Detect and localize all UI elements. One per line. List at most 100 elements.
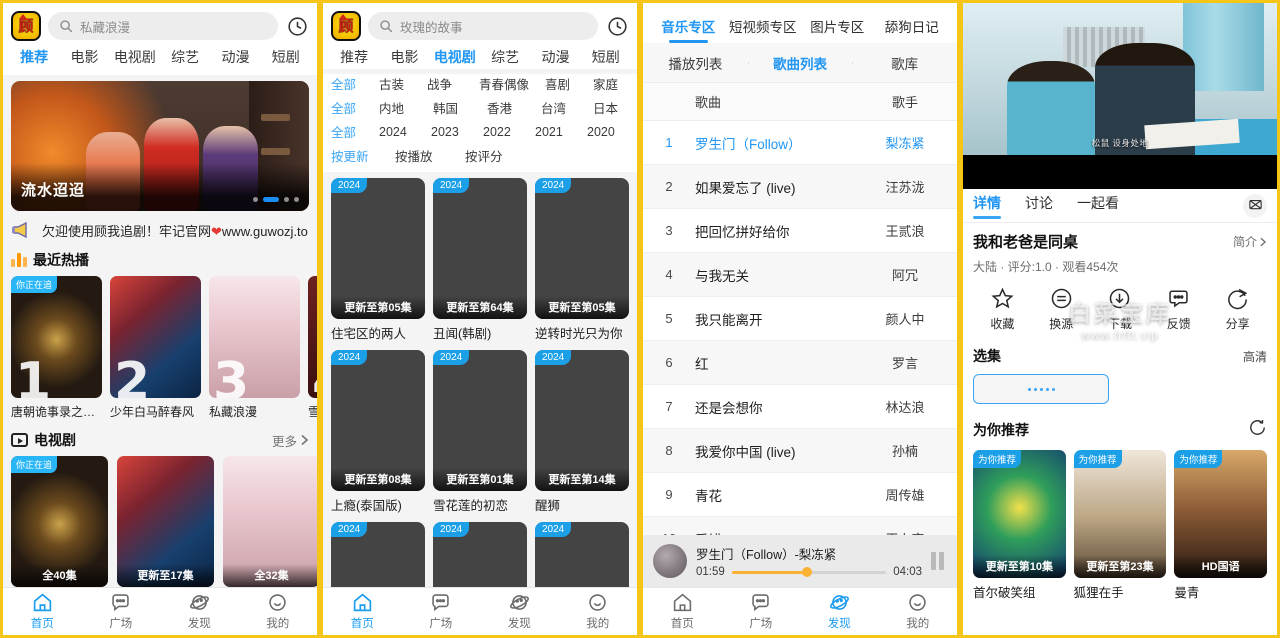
tv-card-0[interactable]: 你正在追 全40集	[11, 456, 108, 587]
tab-discover[interactable]: 发现	[800, 592, 879, 631]
change-source-button[interactable]: 换源	[1032, 287, 1091, 332]
zone-tab-music[interactable]: 音乐专区	[651, 16, 726, 43]
filter-sort-1[interactable]: 按播放	[395, 146, 465, 165]
filter-genre-5[interactable]: 家庭	[593, 74, 629, 93]
category-tab-2[interactable]: 电视剧	[110, 47, 160, 67]
song-row[interactable]: 8 我爱你中国 (live) 孙楠	[643, 429, 957, 473]
tab-plaza[interactable]: 广场	[82, 592, 161, 631]
drama-card-2[interactable]: 2024 更新至第05集 逆转时光只为你	[535, 178, 629, 342]
recommend-card-0[interactable]: 为你推荐 更新至第10集 首尔破笑组	[973, 450, 1066, 601]
drama-card-0[interactable]: 2024 更新至第05集 住宅区的两人	[331, 178, 425, 342]
category-tab-1[interactable]: 电影	[379, 47, 429, 67]
progress-slider[interactable]	[731, 567, 887, 577]
tab-plaza[interactable]: 广场	[722, 592, 801, 631]
filter-year-5[interactable]: 2020	[587, 125, 629, 139]
drama-card-4[interactable]: 2024 更新至第01集 雪花莲的初恋	[433, 350, 527, 514]
category-tab-1[interactable]: 电影	[59, 47, 109, 67]
drama-card-5[interactable]: 2024 更新至第14集 醒狮	[535, 350, 629, 514]
hero-banner[interactable]: 流水迢迢	[11, 81, 309, 211]
filter-genre-4[interactable]: 喜剧	[545, 74, 593, 93]
song-row[interactable]: 7 还是会想你 林达浪	[643, 385, 957, 429]
tab-mine[interactable]: 我的	[239, 592, 318, 631]
drama-card-1[interactable]: 2024 更新至第64集 丑闻(韩剧)	[433, 178, 527, 342]
filter-genre-1[interactable]: 古装	[379, 74, 427, 93]
history-button[interactable]	[285, 14, 309, 38]
tv-card-1[interactable]: 更新至17集	[117, 456, 214, 587]
tab-home[interactable]: 首页	[643, 592, 722, 631]
filter-region-0[interactable]: 全部	[331, 98, 379, 117]
brief-link[interactable]: 简介	[1233, 233, 1267, 250]
mini-player[interactable]: 罗生门（Follow）-梨冻紧 01:59 04:03	[643, 535, 957, 587]
feedback-button[interactable]: 反馈	[1149, 287, 1208, 332]
filter-genre-3[interactable]: 青春偶像	[479, 74, 545, 93]
favorite-button[interactable]: 收藏	[973, 287, 1032, 332]
search-input[interactable]: 玫瑰的故事	[368, 12, 598, 40]
tab-discussion[interactable]: 讨论	[1025, 193, 1053, 218]
tab-mine[interactable]: 我的	[879, 592, 958, 631]
song-row[interactable]: 4 与我无关 阿冗	[643, 253, 957, 297]
category-tab-2[interactable]: 电视剧	[430, 47, 480, 67]
filter-region-5[interactable]: 日本	[593, 98, 629, 117]
category-tab-0[interactable]: 推荐	[9, 47, 59, 67]
refresh-button[interactable]	[1248, 418, 1267, 442]
filter-year-1[interactable]: 2024	[379, 125, 431, 139]
hot-rail[interactable]: 你正在追 1 唐朝诡事录之… 2 少年白马醉春风 3 私藏浪漫	[3, 276, 317, 420]
tv-card-2[interactable]: 全32集	[223, 456, 317, 587]
filter-region-4[interactable]: 台湾	[541, 98, 593, 117]
filter-genre-0[interactable]: 全部	[331, 74, 379, 93]
tab-discover[interactable]: 发现	[160, 592, 239, 631]
tab-watchtogether[interactable]: 一起看	[1077, 193, 1119, 218]
share-button[interactable]: 分享	[1208, 287, 1267, 332]
tv-rail[interactable]: 你正在追 全40集 更新至17集 全32集	[3, 456, 317, 587]
zone-tab-shortvideo[interactable]: 短视频专区	[726, 16, 801, 43]
recommend-card-1[interactable]: 为你推荐 更新至第23集 狐狸在手	[1073, 450, 1167, 601]
list-tab-playlist[interactable]: 播放列表	[643, 53, 748, 73]
category-tab-4[interactable]: 动漫	[530, 47, 580, 67]
song-row[interactable]: 6 红 罗言	[643, 341, 957, 385]
zone-tab-diary[interactable]: 舔狗日记	[875, 16, 950, 43]
history-button[interactable]	[605, 14, 629, 38]
tab-plaza[interactable]: 广场	[402, 592, 481, 631]
tab-home[interactable]: 首页	[3, 592, 82, 631]
recommend-card-2[interactable]: 为你推荐 HD国语 曼青	[1174, 450, 1267, 601]
filter-region-3[interactable]: 香港	[487, 98, 541, 117]
zone-tab-image[interactable]: 图片专区	[800, 16, 875, 43]
tab-detail[interactable]: 详情	[973, 193, 1001, 219]
category-tab-4[interactable]: 动漫	[210, 47, 260, 67]
list-tab-songlist[interactable]: 歌曲列表	[747, 53, 853, 73]
category-tab-5[interactable]: 短剧	[581, 47, 631, 67]
filter-region-1[interactable]: 内地	[379, 98, 433, 117]
filter-region-2[interactable]: 韩国	[433, 98, 487, 117]
hot-card-0[interactable]: 你正在追 1 唐朝诡事录之…	[11, 276, 102, 420]
song-row[interactable]: 5 我只能离开 颜人中	[643, 297, 957, 341]
song-row[interactable]: 1 罗生门（Follow） 梨冻紧	[643, 121, 957, 165]
hot-card-3[interactable]: 4 雪迷…	[308, 276, 317, 420]
song-row[interactable]: 2 如果爱忘了 (live) 汪苏泷	[643, 165, 957, 209]
song-row[interactable]: 9 青花 周传雄	[643, 473, 957, 517]
filter-sort-0[interactable]: 按更新	[331, 146, 395, 165]
episode-button[interactable]	[973, 374, 1109, 404]
filter-year-3[interactable]: 2022	[483, 125, 535, 139]
filter-sort-2[interactable]: 按评分	[465, 146, 535, 165]
song-row[interactable]: 3 把回忆拼好给你 王贰浪	[643, 209, 957, 253]
category-tab-3[interactable]: 综艺	[160, 47, 210, 67]
hot-card-2[interactable]: 3 私藏浪漫	[209, 276, 300, 420]
cast-button[interactable]	[1243, 193, 1267, 218]
quality-selector[interactable]: 高清	[1243, 348, 1267, 365]
filter-year-4[interactable]: 2021	[535, 125, 587, 139]
hot-card-1[interactable]: 2 少年白马醉春风	[110, 276, 201, 420]
category-tab-3[interactable]: 综艺	[480, 47, 530, 67]
tab-discover[interactable]: 发现	[480, 592, 559, 631]
hero-carousel-dots[interactable]	[253, 197, 299, 202]
drama-card-3[interactable]: 2024 更新至第08集 上瘾(泰国版)	[331, 350, 425, 514]
search-input[interactable]: 私藏浪漫	[48, 12, 278, 40]
notice-marquee[interactable]: 欠迎使用顾我追剧！牢记官网❤www.guwozj.to	[11, 220, 309, 240]
filter-year-0[interactable]: 全部	[331, 122, 379, 141]
category-tab-5[interactable]: 短剧	[261, 47, 311, 67]
tab-home[interactable]: 首页	[323, 592, 402, 631]
download-button[interactable]: 下载	[1091, 287, 1150, 332]
more-link[interactable]: 更多	[272, 431, 309, 450]
category-tab-0[interactable]: 推荐	[329, 47, 379, 67]
filter-genre-2[interactable]: 战争	[427, 74, 479, 93]
list-tab-library[interactable]: 歌库	[852, 53, 957, 73]
